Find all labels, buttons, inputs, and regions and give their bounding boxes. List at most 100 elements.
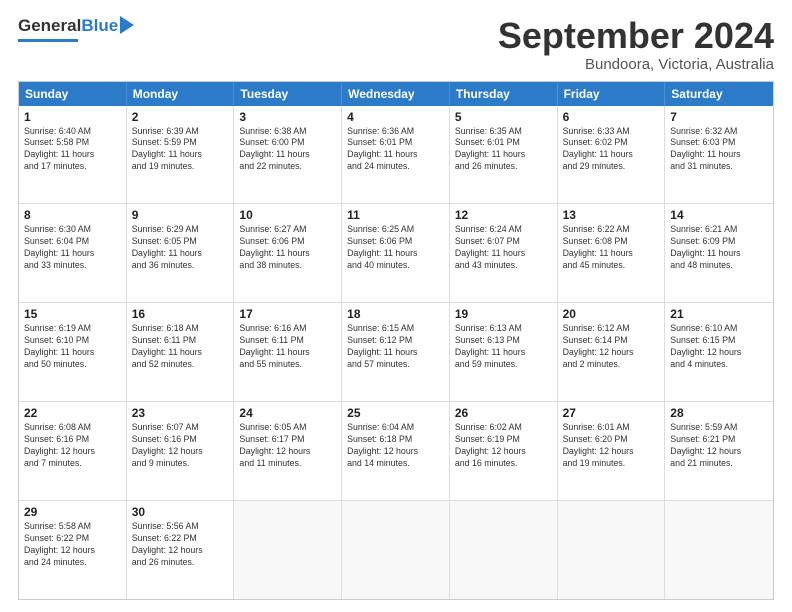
- header-day-wednesday: Wednesday: [342, 82, 450, 106]
- cal-cell-5: 5Sunrise: 6:35 AMSunset: 6:01 PMDaylight…: [450, 106, 558, 204]
- calendar-body: 1 Sunrise: 6:40 AMSunset: 5:58 PMDaylight…: [19, 106, 773, 599]
- month-title: September 2024: [498, 16, 774, 56]
- day-number-27: 27: [563, 406, 660, 420]
- day-number-26: 26: [455, 406, 552, 420]
- cal-cell-30: 30 Sunrise: 5:56 AMSunset: 6:22 PMDayligh…: [127, 501, 235, 599]
- cal-cell-26: 26 Sunrise: 6:02 AMSunset: 6:19 PMDayligh…: [450, 402, 558, 500]
- logo-arrow-icon: [120, 16, 134, 34]
- day-number-14: 14: [670, 208, 768, 222]
- day-info-17: Sunrise: 6:16 AMSunset: 6:11 PMDaylight:…: [239, 323, 336, 371]
- cal-cell-empty-4-2: [234, 501, 342, 599]
- day-number-30: 30: [132, 505, 229, 519]
- day-number-11: 11: [347, 208, 444, 222]
- day-info-7: Sunrise: 6:32 AMSunset: 6:03 PMDaylight:…: [670, 126, 768, 174]
- header: General Blue September 2024 Bundoora, Vi…: [18, 16, 774, 73]
- day-info-2: Sunrise: 6:39 AMSunset: 5:59 PMDaylight:…: [132, 126, 229, 174]
- cal-cell-1: 1 Sunrise: 6:40 AMSunset: 5:58 PMDaylight…: [19, 106, 127, 204]
- day-info-26: Sunrise: 6:02 AMSunset: 6:19 PMDaylight:…: [455, 422, 552, 470]
- cal-cell-8: 8 Sunrise: 6:30 AMSunset: 6:04 PMDaylight…: [19, 204, 127, 302]
- calendar-row-4: 29 Sunrise: 5:58 AMSunset: 6:22 PMDayligh…: [19, 500, 773, 599]
- day-info-20: Sunrise: 6:12 AMSunset: 6:14 PMDaylight:…: [563, 323, 660, 371]
- day-info-6: Sunrise: 6:33 AMSunset: 6:02 PMDaylight:…: [563, 126, 660, 174]
- day-number-7: 7: [670, 110, 768, 124]
- calendar-row-1: 8 Sunrise: 6:30 AMSunset: 6:04 PMDaylight…: [19, 203, 773, 302]
- cal-cell-28: 28 Sunrise: 5:59 AMSunset: 6:21 PMDayligh…: [665, 402, 773, 500]
- day-info-27: Sunrise: 6:01 AMSunset: 6:20 PMDaylight:…: [563, 422, 660, 470]
- cal-cell-2: 2 Sunrise: 6:39 AMSunset: 5:59 PMDaylight…: [127, 106, 235, 204]
- cal-cell-empty-4-3: [342, 501, 450, 599]
- cal-cell-20: 20Sunrise: 6:12 AMSunset: 6:14 PMDayligh…: [558, 303, 666, 401]
- day-number-16: 16: [132, 307, 229, 321]
- day-number-28: 28: [670, 406, 768, 420]
- day-number-5: 5: [455, 110, 552, 124]
- cal-cell-10: 10 Sunrise: 6:27 AMSunset: 6:06 PMDayligh…: [234, 204, 342, 302]
- cal-cell-13: 13Sunrise: 6:22 AMSunset: 6:08 PMDayligh…: [558, 204, 666, 302]
- logo-blue-text: Blue: [81, 16, 118, 36]
- day-info-9: Sunrise: 6:29 AMSunset: 6:05 PMDaylight:…: [132, 224, 229, 272]
- logo-general-text: General: [18, 16, 81, 36]
- cal-cell-3: 3Sunrise: 6:38 AMSunset: 6:00 PMDaylight…: [234, 106, 342, 204]
- day-number-18: 18: [347, 307, 444, 321]
- cal-cell-23: 23 Sunrise: 6:07 AMSunset: 6:16 PMDayligh…: [127, 402, 235, 500]
- day-info-4: Sunrise: 6:36 AMSunset: 6:01 PMDaylight:…: [347, 126, 444, 174]
- calendar: SundayMondayTuesdayWednesdayThursdayFrid…: [18, 81, 774, 600]
- day-info-23: Sunrise: 6:07 AMSunset: 6:16 PMDaylight:…: [132, 422, 229, 470]
- day-number-15: 15: [24, 307, 121, 321]
- day-number-24: 24: [239, 406, 336, 420]
- cal-cell-21: 21Sunrise: 6:10 AMSunset: 6:15 PMDayligh…: [665, 303, 773, 401]
- calendar-row-0: 1 Sunrise: 6:40 AMSunset: 5:58 PMDaylight…: [19, 106, 773, 204]
- day-info-25: Sunrise: 6:04 AMSunset: 6:18 PMDaylight:…: [347, 422, 444, 470]
- day-info-29: Sunrise: 5:58 AMSunset: 6:22 PMDaylight:…: [24, 521, 121, 569]
- day-number-23: 23: [132, 406, 229, 420]
- day-number-17: 17: [239, 307, 336, 321]
- day-number-1: 1: [24, 110, 121, 124]
- cal-cell-11: 11 Sunrise: 6:25 AMSunset: 6:06 PMDayligh…: [342, 204, 450, 302]
- logo: General Blue: [18, 16, 134, 42]
- cal-cell-15: 15 Sunrise: 6:19 AMSunset: 6:10 PMDayligh…: [19, 303, 127, 401]
- header-day-monday: Monday: [127, 82, 235, 106]
- day-info-12: Sunrise: 6:24 AMSunset: 6:07 PMDaylight:…: [455, 224, 552, 272]
- day-number-22: 22: [24, 406, 121, 420]
- day-info-22: Sunrise: 6:08 AMSunset: 6:16 PMDaylight:…: [24, 422, 121, 470]
- day-number-8: 8: [24, 208, 121, 222]
- page: General Blue September 2024 Bundoora, Vi…: [0, 0, 792, 612]
- cal-cell-14: 14 Sunrise: 6:21 AMSunset: 6:09 PMDayligh…: [665, 204, 773, 302]
- day-info-14: Sunrise: 6:21 AMSunset: 6:09 PMDaylight:…: [670, 224, 768, 272]
- cal-cell-25: 25Sunrise: 6:04 AMSunset: 6:18 PMDayligh…: [342, 402, 450, 500]
- cal-cell-empty-4-5: [558, 501, 666, 599]
- day-info-28: Sunrise: 5:59 AMSunset: 6:21 PMDaylight:…: [670, 422, 768, 470]
- cal-cell-29: 29 Sunrise: 5:58 AMSunset: 6:22 PMDayligh…: [19, 501, 127, 599]
- cal-cell-17: 17 Sunrise: 6:16 AMSunset: 6:11 PMDayligh…: [234, 303, 342, 401]
- day-number-2: 2: [132, 110, 229, 124]
- header-day-thursday: Thursday: [450, 82, 558, 106]
- day-info-15: Sunrise: 6:19 AMSunset: 6:10 PMDaylight:…: [24, 323, 121, 371]
- cal-cell-empty-4-6: [665, 501, 773, 599]
- cal-cell-19: 19Sunrise: 6:13 AMSunset: 6:13 PMDayligh…: [450, 303, 558, 401]
- day-number-29: 29: [24, 505, 121, 519]
- day-number-4: 4: [347, 110, 444, 124]
- header-day-friday: Friday: [558, 82, 666, 106]
- calendar-row-3: 22 Sunrise: 6:08 AMSunset: 6:16 PMDayligh…: [19, 401, 773, 500]
- cal-cell-24: 24Sunrise: 6:05 AMSunset: 6:17 PMDayligh…: [234, 402, 342, 500]
- day-info-30: Sunrise: 5:56 AMSunset: 6:22 PMDaylight:…: [132, 521, 229, 569]
- day-info-18: Sunrise: 6:15 AMSunset: 6:12 PMDaylight:…: [347, 323, 444, 371]
- day-info-16: Sunrise: 6:18 AMSunset: 6:11 PMDaylight:…: [132, 323, 229, 371]
- day-number-12: 12: [455, 208, 552, 222]
- cal-cell-7: 7 Sunrise: 6:32 AMSunset: 6:03 PMDaylight…: [665, 106, 773, 204]
- day-info-11: Sunrise: 6:25 AMSunset: 6:06 PMDaylight:…: [347, 224, 444, 272]
- day-info-8: Sunrise: 6:30 AMSunset: 6:04 PMDaylight:…: [24, 224, 121, 272]
- day-info-3: Sunrise: 6:38 AMSunset: 6:00 PMDaylight:…: [239, 126, 336, 174]
- day-info-1: Sunrise: 6:40 AMSunset: 5:58 PMDaylight:…: [24, 126, 121, 174]
- day-number-21: 21: [670, 307, 768, 321]
- header-day-tuesday: Tuesday: [234, 82, 342, 106]
- cal-cell-22: 22 Sunrise: 6:08 AMSunset: 6:16 PMDayligh…: [19, 402, 127, 500]
- day-number-9: 9: [132, 208, 229, 222]
- cal-cell-12: 12 Sunrise: 6:24 AMSunset: 6:07 PMDayligh…: [450, 204, 558, 302]
- day-number-10: 10: [239, 208, 336, 222]
- cal-cell-18: 18 Sunrise: 6:15 AMSunset: 6:12 PMDayligh…: [342, 303, 450, 401]
- calendar-row-2: 15 Sunrise: 6:19 AMSunset: 6:10 PMDayligh…: [19, 302, 773, 401]
- cal-cell-4: 4 Sunrise: 6:36 AMSunset: 6:01 PMDaylight…: [342, 106, 450, 204]
- day-info-10: Sunrise: 6:27 AMSunset: 6:06 PMDaylight:…: [239, 224, 336, 272]
- day-number-19: 19: [455, 307, 552, 321]
- calendar-header: SundayMondayTuesdayWednesdayThursdayFrid…: [19, 82, 773, 106]
